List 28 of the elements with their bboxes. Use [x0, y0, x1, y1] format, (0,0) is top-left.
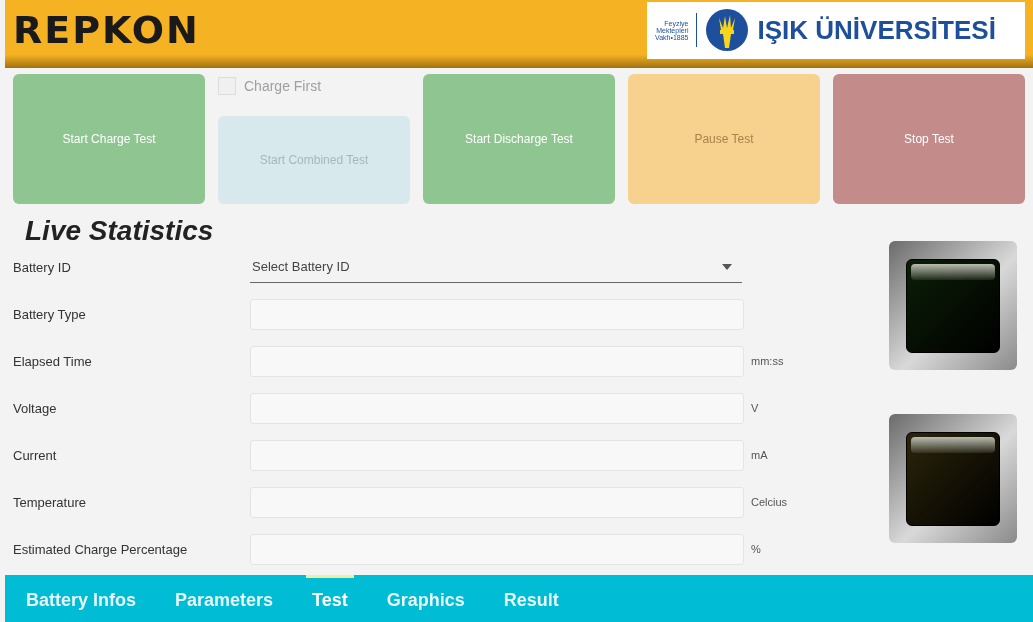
test-button[interactable]: Stop Test — [833, 74, 1025, 204]
field-label: Estimated Charge Percentage — [13, 540, 189, 559]
torch-emblem-icon — [705, 8, 750, 52]
unit-label: mm:ss — [751, 354, 784, 370]
test-button[interactable]: Start Charge Test — [13, 74, 205, 204]
university-name: IŞIK ÜNİVERSİTESİ — [757, 13, 996, 47]
field-label: Temperature — [13, 493, 87, 512]
checkbox-label: Charge First — [244, 76, 322, 96]
nav-tab[interactable]: Parameters — [169, 575, 280, 622]
app-logo: REPKON — [13, 6, 200, 54]
field-label: Current — [13, 446, 58, 465]
field-label: Voltage — [13, 399, 58, 418]
unit-label: % — [751, 542, 761, 558]
battery-id-dropdown[interactable]: Select Battery ID — [250, 252, 742, 283]
nav-tab[interactable]: Result — [497, 575, 565, 622]
dropdown-placeholder: Select Battery ID — [252, 258, 350, 277]
section-title: Live Statistics — [24, 214, 215, 248]
nav-tab[interactable]: Test — [306, 575, 354, 622]
field-label: Battery ID — [13, 258, 72, 277]
unit-label: Celcius — [751, 495, 788, 511]
field-label: Elapsed Time — [13, 352, 93, 371]
caret-icon — [722, 264, 732, 270]
test-button[interactable]: Start Discharge Test — [423, 74, 615, 204]
nav-tab[interactable]: Graphics — [380, 575, 471, 622]
nav-tab[interactable]: Battery Infos — [20, 575, 143, 622]
unit-label: mA — [751, 448, 768, 464]
unit-label: V — [751, 401, 759, 417]
field-label: Battery Type — [13, 305, 87, 324]
